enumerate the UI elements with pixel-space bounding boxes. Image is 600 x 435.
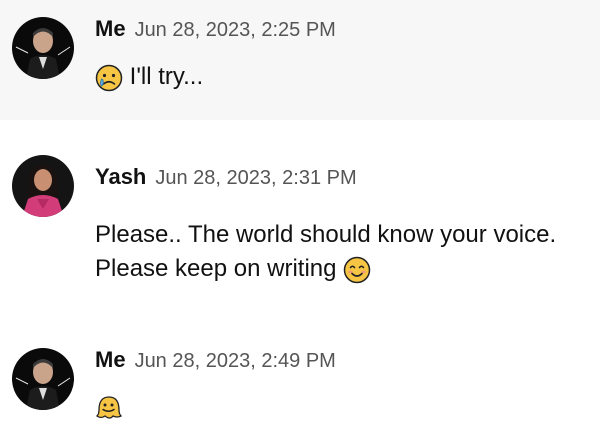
- message-body: [95, 390, 123, 424]
- author-name[interactable]: Yash: [95, 164, 146, 190]
- crying-face-icon: [95, 64, 123, 92]
- message-feed: Me Jun 28, 2023, 2:25 PM I'll try... Yas…: [0, 0, 600, 435]
- author-name[interactable]: Me: [95, 347, 126, 373]
- message-item: Me Jun 28, 2023, 2:25 PM I'll try...: [0, 0, 600, 120]
- message-item: Yash Jun 28, 2023, 2:31 PM Please.. The …: [0, 120, 600, 330]
- avatar[interactable]: [12, 17, 74, 79]
- message-text: Please keep on writing: [95, 255, 337, 282]
- avatar[interactable]: [12, 155, 74, 217]
- smiling-face-icon: [343, 256, 371, 284]
- message-body: I'll try...: [95, 60, 203, 94]
- message-header: Yash Jun 28, 2023, 2:31 PM: [95, 164, 357, 190]
- author-name[interactable]: Me: [95, 16, 126, 42]
- message-timestamp: Jun 28, 2023, 2:25 PM: [134, 19, 336, 41]
- avatar[interactable]: [12, 348, 74, 410]
- message-item: Me Jun 28, 2023, 2:49 PM: [0, 330, 600, 435]
- message-line: Please keep on writing: [95, 252, 556, 286]
- message-body: Please.. The world should know your voic…: [95, 218, 556, 286]
- message-text: I'll try...: [129, 63, 204, 90]
- message-header: Me Jun 28, 2023, 2:49 PM: [95, 347, 336, 373]
- message-timestamp: Jun 28, 2023, 2:31 PM: [155, 167, 357, 189]
- message-text: Please.. The world should know your voic…: [95, 221, 557, 248]
- melting-face-icon: [95, 394, 123, 422]
- message-timestamp: Jun 28, 2023, 2:49 PM: [134, 350, 336, 372]
- message-header: Me Jun 28, 2023, 2:25 PM: [95, 16, 336, 42]
